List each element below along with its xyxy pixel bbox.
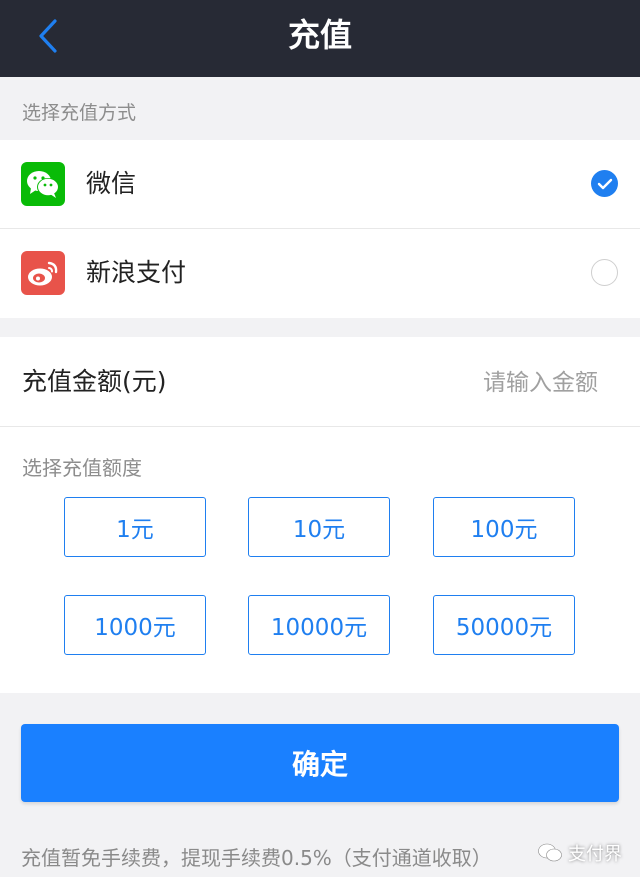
payment-option-name: 微信 (86, 169, 137, 198)
watermark: 支付界 (537, 840, 622, 866)
watermark-text: 支付界 (568, 844, 622, 865)
divider (0, 426, 640, 427)
check-icon (597, 178, 612, 189)
payment-option-wechat[interactable]: 微信 (0, 140, 640, 228)
radio-checked[interactable] (591, 170, 618, 197)
amount-card: 充值金额(元) 选择充值额度 1元 10元 100元 1000元 10000元 … (0, 337, 640, 693)
payment-method-list: 微信 新浪支付 (0, 140, 640, 318)
amount-row: 充值金额(元) (0, 337, 640, 427)
top-bar: 充值 (0, 0, 640, 77)
quota-button-10[interactable]: 10元 (248, 497, 390, 557)
weibo-icon (21, 251, 65, 295)
fee-note: 充值暂免手续费，提现手续费0.5%（支付通道收取） (21, 846, 492, 870)
chat-bubble-icon (538, 843, 562, 862)
payment-option-sina[interactable]: 新浪支付 (0, 229, 640, 317)
amount-input[interactable] (336, 362, 600, 404)
payment-option-name: 新浪支付 (86, 258, 187, 287)
quota-button-100[interactable]: 100元 (433, 497, 575, 557)
quota-button-10000[interactable]: 10000元 (248, 595, 390, 655)
quota-button-1000[interactable]: 1000元 (64, 595, 206, 655)
page-title: 充值 (287, 16, 352, 54)
quota-button-50000[interactable]: 50000元 (433, 595, 575, 655)
wechat-icon (21, 162, 65, 206)
payment-method-label: 选择充值方式 (22, 102, 137, 124)
amount-label: 充值金额(元) (22, 367, 167, 396)
quota-button-1[interactable]: 1元 (64, 497, 206, 557)
quota-label: 选择充值额度 (22, 456, 142, 480)
confirm-button[interactable]: 确定 (21, 724, 619, 802)
radio-unchecked[interactable] (591, 259, 618, 286)
